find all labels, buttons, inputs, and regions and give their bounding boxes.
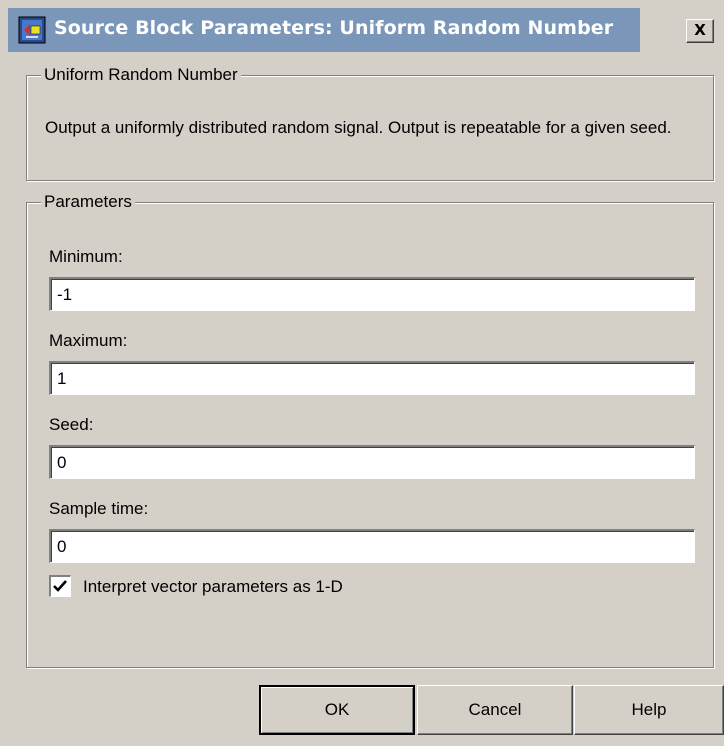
cancel-button[interactable]: Cancel [417,685,573,735]
checkmark-icon [53,580,67,592]
interpret-vector-checkbox[interactable] [49,575,71,597]
seed-label: Seed: [49,415,94,434]
title-bar[interactable]: Source Block Parameters: Uniform Random … [8,8,724,52]
simulink-block-icon [18,16,46,44]
ok-button[interactable]: OK [259,685,415,735]
ok-button-label: OK [324,700,350,719]
parameters-group: Parameters Minimum: Maximum: Seed: Sampl… [26,192,714,668]
sample-time-label: Sample time: [49,499,149,518]
seed-field[interactable] [49,445,695,479]
sample-time-field[interactable] [49,529,695,563]
block-description-text: Output a uniformly distributed random si… [45,118,672,137]
block-group-legend: Uniform Random Number [41,65,241,85]
dialog-window: Source Block Parameters: Uniform Random … [0,0,724,746]
close-icon: X [694,21,706,39]
maximum-label: Maximum: [49,331,128,350]
interpret-vector-label[interactable]: Interpret vector parameters as 1-D [83,577,343,597]
close-button[interactable]: X [686,19,714,43]
maximum-field[interactable] [49,361,695,395]
help-button-label: Help [631,700,667,719]
cancel-button-label: Cancel [468,700,522,719]
window-title: Source Block Parameters: Uniform Random … [54,17,614,39]
minimum-label: Minimum: [49,247,123,266]
help-button[interactable]: Help [574,685,724,735]
parameters-legend: Parameters [41,192,135,212]
block-description-group: Uniform Random Number Output a uniformly… [26,65,714,181]
minimum-field[interactable] [49,277,695,311]
